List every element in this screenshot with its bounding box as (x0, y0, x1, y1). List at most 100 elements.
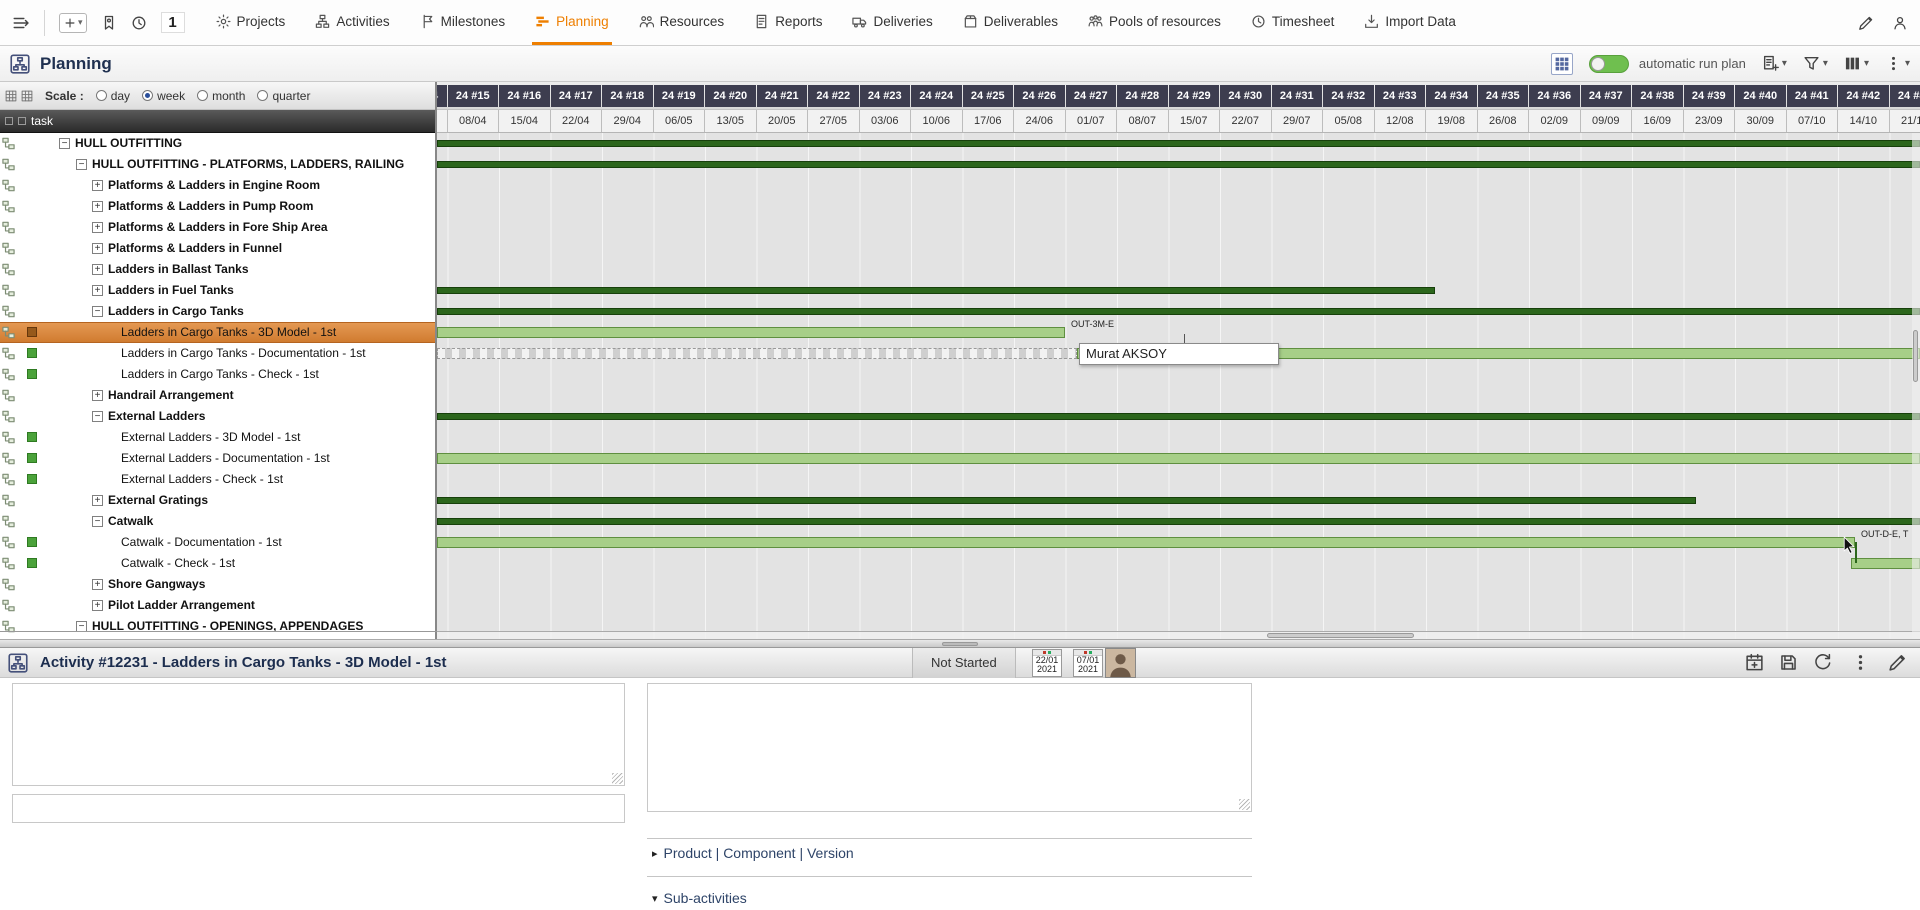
expand-toggle[interactable]: + (92, 390, 103, 401)
summary-bar[interactable] (437, 497, 1696, 504)
user-menu-icon[interactable] (1892, 15, 1908, 31)
task-row[interactable]: +Ladders in Fuel Tanks (0, 280, 437, 301)
task-bar[interactable] (1851, 558, 1920, 569)
task-bar[interactable] (437, 537, 1855, 548)
scale-option-week[interactable]: week (142, 89, 185, 103)
collapse-toggle[interactable]: − (92, 516, 103, 527)
task-row[interactable]: Catwalk - Check - 1st (0, 553, 437, 574)
more-options-button[interactable]: ▾ (1885, 55, 1910, 72)
summary-bar[interactable] (437, 308, 1920, 315)
nav-item-import-data[interactable]: Import Data (1361, 0, 1459, 45)
expand-toggle[interactable]: + (92, 222, 103, 233)
summary-bar[interactable] (437, 287, 1435, 294)
collapse-toggle[interactable]: − (92, 411, 103, 422)
task-row[interactable]: Ladders in Cargo Tanks - 3D Model - 1st (0, 322, 437, 343)
collapse-all-icon[interactable] (5, 90, 17, 102)
nav-item-projects[interactable]: Projects (213, 0, 289, 45)
splitter-handle[interactable] (942, 642, 978, 646)
summary-bar[interactable] (437, 161, 1920, 168)
filter-button[interactable]: ▾ (1803, 55, 1828, 72)
task-bar[interactable] (437, 453, 1920, 464)
assignee-avatar[interactable] (1105, 648, 1136, 678)
task-row[interactable]: +Platforms & Ladders in Pump Room (0, 196, 437, 217)
tree-tool-icon[interactable] (18, 117, 26, 125)
expand-toggle[interactable]: + (92, 243, 103, 254)
end-date-stamp[interactable]: 07/01 2021 (1073, 649, 1103, 677)
comment-field[interactable] (12, 794, 625, 823)
add-plan-button[interactable]: ▾ (1762, 55, 1787, 72)
expand-toggle[interactable]: + (92, 495, 103, 506)
task-row[interactable]: +Platforms & Ladders in Funnel (0, 238, 437, 259)
striped-bar[interactable] (437, 348, 1077, 359)
task-row[interactable]: −Ladders in Cargo Tanks (0, 301, 437, 322)
nav-item-deliverables[interactable]: Deliverables (960, 0, 1061, 45)
activity-status-badge[interactable]: Not Started (912, 648, 1016, 678)
task-bar[interactable] (437, 327, 1065, 338)
horizontal-scrollbar-thumb[interactable] (1267, 633, 1414, 638)
task-row[interactable]: −HULL OUTFITTING - PLATFORMS, LADDERS, R… (0, 154, 437, 175)
scale-option-day[interactable]: day (96, 89, 130, 103)
edit-activity-icon[interactable] (1888, 653, 1907, 672)
task-row[interactable]: −Catwalk (0, 511, 437, 532)
summary-bar[interactable] (437, 140, 1920, 147)
save-icon[interactable] (1779, 653, 1798, 672)
task-row[interactable]: +Platforms & Ladders in Fore Ship Area (0, 217, 437, 238)
task-row[interactable]: +Ladders in Ballast Tanks (0, 259, 437, 280)
nav-item-deliveries[interactable]: Deliveries (849, 0, 935, 45)
task-row[interactable]: External Ladders - Documentation - 1st (0, 448, 437, 469)
summary-bar[interactable] (437, 413, 1920, 420)
sync-icon[interactable] (1813, 653, 1832, 672)
task-row[interactable]: −HULL OUTFITTING (0, 133, 437, 154)
expand-toggle[interactable]: + (92, 201, 103, 212)
radio-week[interactable] (142, 90, 153, 101)
scale-option-month[interactable]: month (197, 89, 245, 103)
expand-toggle[interactable]: + (92, 600, 103, 611)
expand-all-icon[interactable] (21, 90, 33, 102)
nav-item-pools-of-resources[interactable]: Pools of resources (1085, 0, 1224, 45)
panel-splitter[interactable] (0, 639, 1920, 648)
radio-quarter[interactable] (257, 90, 268, 101)
collapse-toggle[interactable]: − (92, 306, 103, 317)
history-icon[interactable] (131, 15, 147, 31)
tree-tool-icon[interactable] (5, 117, 13, 125)
vertical-scrollbar-thumb[interactable] (1913, 330, 1918, 382)
collapse-toggle[interactable]: − (59, 138, 70, 149)
edit-icon[interactable] (1858, 15, 1874, 31)
automatic-run-plan-toggle[interactable] (1589, 55, 1629, 73)
radio-month[interactable] (197, 90, 208, 101)
notes-textarea[interactable] (12, 683, 625, 786)
task-row[interactable]: External Ladders - Check - 1st (0, 469, 437, 490)
task-row[interactable]: −External Ladders (0, 406, 437, 427)
nav-item-reports[interactable]: Reports (751, 0, 825, 45)
menu-icon[interactable] (12, 14, 30, 32)
task-row[interactable]: Ladders in Cargo Tanks - Documentation -… (0, 343, 437, 364)
task-row[interactable]: Ladders in Cargo Tanks - Check - 1st (0, 364, 437, 385)
radio-day[interactable] (96, 90, 107, 101)
nav-item-milestones[interactable]: Milestones (417, 0, 509, 45)
collapse-toggle[interactable]: − (76, 159, 87, 170)
start-date-stamp[interactable]: 22/01 2021 (1032, 649, 1062, 677)
calendar-add-icon[interactable] (1745, 653, 1764, 672)
add-button[interactable]: ▾ (59, 13, 87, 33)
section-product-component-version[interactable]: ▸ Product | Component | Version (652, 845, 854, 861)
expand-toggle[interactable]: + (92, 285, 103, 296)
expand-toggle[interactable]: + (92, 180, 103, 191)
columns-button[interactable]: ▾ (1844, 55, 1869, 72)
description-textarea[interactable] (647, 683, 1252, 812)
expand-toggle[interactable]: + (92, 579, 103, 590)
task-row[interactable]: +Handrail Arrangement (0, 385, 437, 406)
expand-toggle[interactable]: + (92, 264, 103, 275)
nav-item-planning[interactable]: Planning (532, 0, 612, 45)
task-row[interactable]: Catwalk - Documentation - 1st (0, 532, 437, 553)
task-row[interactable]: +External Gratings (0, 490, 437, 511)
nav-item-timesheet[interactable]: Timesheet (1248, 0, 1338, 45)
more-icon[interactable] (1851, 653, 1870, 672)
summary-bar[interactable] (437, 518, 1920, 525)
section-sub-activities[interactable]: ▾ Sub-activities (652, 890, 747, 906)
task-row[interactable]: −HULL OUTFITTING - OPENINGS, APPENDAGES (0, 616, 437, 637)
task-row[interactable]: External Ladders - 3D Model - 1st (0, 427, 437, 448)
bookmark-icon[interactable] (101, 15, 117, 31)
task-row[interactable]: +Shore Gangways (0, 574, 437, 595)
run-plan-grid-button[interactable] (1551, 53, 1573, 75)
nav-item-resources[interactable]: Resources (636, 0, 728, 45)
